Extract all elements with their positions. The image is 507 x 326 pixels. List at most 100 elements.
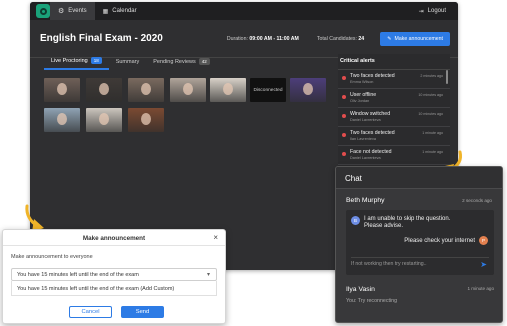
critical-alerts-panel: Critical alerts Two faces detected Emma … — [338, 54, 450, 166]
logout-label: Logout — [427, 8, 446, 14]
chat-panel: Chat Beth Murphy 2 seconds ago B I am un… — [335, 166, 503, 323]
student-avatar: B — [351, 216, 360, 225]
tab-live-proctoring[interactable]: Live Proctoring 18 — [44, 55, 109, 70]
alert-candidate: Emma Wilson — [350, 80, 374, 84]
modal-header: Make announcement × — [3, 230, 225, 246]
page-title: English Final Exam - 2020 — [40, 33, 163, 44]
alert-dot-icon — [342, 76, 346, 80]
duration-value: 09:00 AM - 11:00 AM — [249, 35, 299, 42]
close-icon[interactable]: × — [213, 233, 218, 242]
chat-sender-name: Beth Murphy — [346, 197, 385, 204]
alert-time: 10 minutes ago — [418, 112, 443, 116]
tab-label: Pending Reviews — [153, 58, 196, 65]
candidate-silhouette — [57, 113, 67, 125]
video-tile[interactable] — [128, 78, 164, 102]
announcement-option[interactable]: You have 15 minutes left until the end o… — [11, 281, 217, 296]
exam-header: English Final Exam - 2020 Duration: 09:0… — [30, 20, 458, 58]
alert-dot-icon — [342, 114, 346, 118]
alert-item[interactable]: User offline Oliv Jordan 10 minutes ago — [338, 89, 450, 108]
candidate-silhouette — [303, 83, 313, 95]
candidate-silhouette — [223, 83, 233, 95]
megaphone-icon: ✎ — [387, 35, 392, 42]
make-announcement-label: Make announcement — [394, 35, 443, 42]
proctoring-tabs: Live Proctoring 18 Summary Pending Revie… — [44, 55, 217, 70]
candidate-silhouette — [57, 83, 67, 95]
video-tile[interactable] — [86, 78, 122, 102]
chat-thread-header[interactable]: Beth Murphy 2 seconds ago — [336, 189, 502, 204]
alert-item[interactable]: Face not detected Daniel Lavrenteva 1 mi… — [338, 146, 450, 165]
count-badge: 42 — [198, 58, 210, 65]
nav-tab-calendar[interactable]: ▦ Calendar — [95, 2, 145, 20]
video-tile[interactable] — [290, 78, 326, 102]
video-tile[interactable] — [128, 108, 164, 132]
logout-icon: ⇥ — [418, 8, 424, 15]
calendar-icon: ▦ — [102, 8, 109, 15]
chat-conversation: B I am unable to skip the question. Plea… — [346, 210, 494, 275]
duration-info: Duration: 09:00 AM - 11:00 AM — [227, 36, 299, 42]
candidate-silhouette — [141, 113, 151, 125]
proctor-message-text: Please check your internet — [404, 237, 475, 244]
video-tile-disconnected[interactable]: Disconnected — [250, 78, 286, 102]
video-tile[interactable] — [44, 78, 80, 102]
gear-icon: ⚙ — [58, 8, 65, 15]
total-candidates-info: Total Candidates: 24 — [317, 36, 364, 42]
chat-sender-name: Ilya Vasin — [346, 286, 375, 293]
proctor-avatar: P — [479, 236, 488, 245]
tab-pending-reviews[interactable]: Pending Reviews 42 — [146, 55, 217, 70]
alert-time: 10 minutes ago — [418, 93, 443, 97]
reply-input[interactable]: If not working then try restarting.. ➤ — [351, 257, 489, 270]
chat-preview: You: Try reconnecting — [346, 298, 398, 304]
reply-input-text: If not working then try restarting.. — [351, 261, 427, 267]
duration-label: Duration: — [226, 35, 248, 42]
video-tile[interactable] — [86, 108, 122, 132]
tab-summary[interactable]: Summary — [109, 55, 147, 70]
selected-announcement: You have 15 minutes left until the end o… — [17, 272, 139, 278]
student-message: B I am unable to skip the question. Plea… — [351, 216, 459, 230]
nav-tab-events-label: Events — [68, 8, 87, 14]
alert-candidate: Daniel Lavrenteva — [350, 156, 381, 160]
nav-tab-events[interactable]: ⚙ Events — [50, 2, 95, 20]
alert-candidate: Ilan Lavrenteva — [350, 137, 376, 141]
video-tile[interactable] — [170, 78, 206, 102]
alert-candidate: Daniel Lavrenteva — [350, 118, 381, 122]
make-announcement-button[interactable]: ✎ Make announcement — [380, 31, 450, 46]
chat-time: 1 minute ago — [467, 286, 494, 291]
alert-item[interactable]: Two faces detected Emma Wilson 2 minutes… — [338, 70, 450, 89]
logout-button[interactable]: ⇥ Logout — [419, 8, 446, 15]
alert-time: 1 minute ago — [422, 150, 443, 154]
alert-dot-icon — [342, 152, 346, 156]
app-logo-icon[interactable] — [36, 4, 50, 18]
announcement-select[interactable]: You have 15 minutes left until the end o… — [11, 268, 217, 281]
chat-time: 2 seconds ago — [462, 198, 492, 203]
make-announcement-modal: Make announcement × Make announcement to… — [2, 229, 226, 324]
candidate-silhouette — [99, 113, 109, 125]
disconnected-label: Disconnected — [253, 87, 283, 93]
cancel-button[interactable]: Cancel — [69, 306, 112, 318]
chat-thread-item[interactable]: Ilya Vasin 1 minute ago — [346, 286, 494, 293]
tab-label: Summary — [115, 58, 140, 65]
alert-dot-icon — [342, 133, 346, 137]
video-tile[interactable] — [44, 108, 80, 132]
announcement-label: Make announcement to everyone — [11, 254, 93, 260]
alert-candidate: Oliv Jordan — [350, 99, 370, 103]
total-candidates-value: 24 — [358, 35, 365, 42]
send-button[interactable]: Send — [121, 306, 164, 318]
send-icon[interactable]: ➤ — [480, 260, 487, 269]
student-message-text: I am unable to skip the question. Please… — [364, 216, 451, 229]
alert-time: 1 minute ago — [422, 131, 443, 135]
top-navigation-bar: ⚙ Events ▦ Calendar ⇥ Logout — [30, 2, 458, 20]
alerts-scrollbar[interactable] — [446, 70, 448, 84]
video-tile[interactable] — [210, 78, 246, 102]
total-candidates-label: Total Candidates: — [316, 35, 357, 42]
alert-item[interactable]: Two faces detected Ilan Lavrenteva 1 min… — [338, 127, 450, 146]
candidate-silhouette — [141, 83, 151, 95]
candidate-silhouette — [183, 83, 193, 95]
tab-label: Live Proctoring — [51, 57, 88, 64]
alert-item[interactable]: Window switched Daniel Lavrenteva 10 min… — [338, 108, 450, 127]
announcement-option-label: You have 15 minutes left until the end o… — [17, 286, 175, 292]
chevron-down-icon: ▾ — [206, 272, 210, 278]
count-badge: 18 — [90, 57, 102, 64]
candidate-silhouette — [99, 83, 109, 95]
alert-dot-icon — [342, 95, 346, 99]
critical-alerts-title: Critical alerts — [338, 54, 450, 70]
